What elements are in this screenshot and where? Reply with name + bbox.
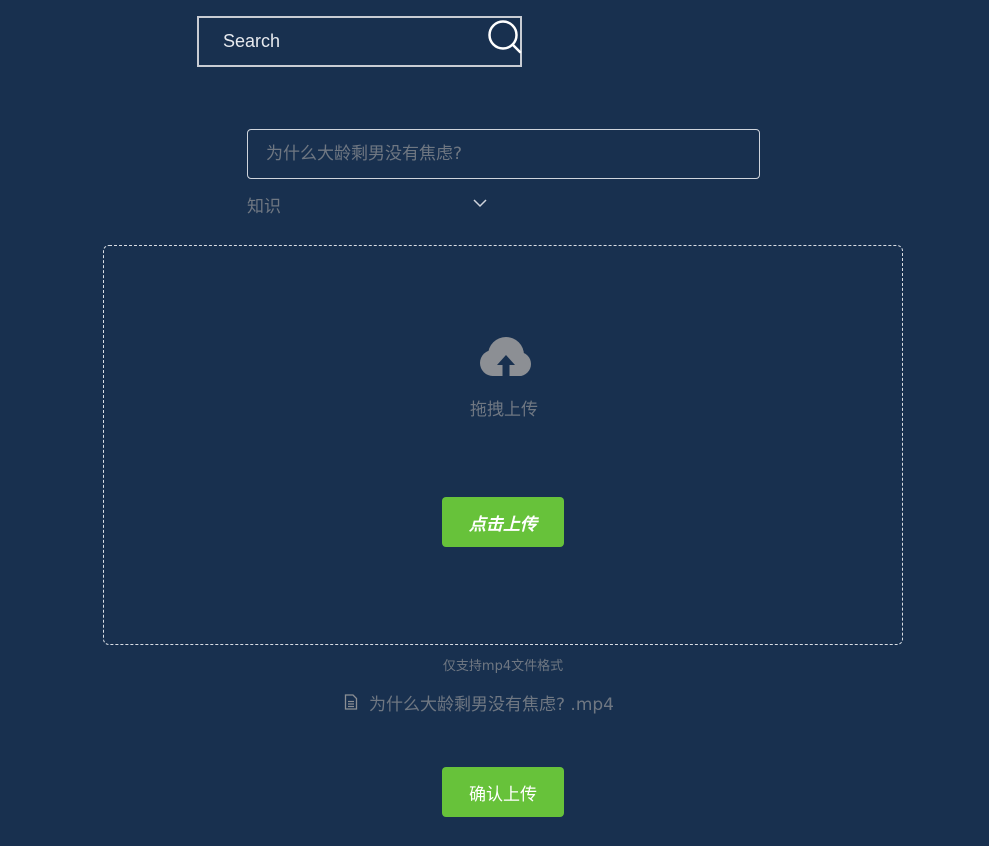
document-icon — [344, 694, 358, 710]
search-icon[interactable] — [488, 20, 522, 54]
video-title-input[interactable] — [247, 129, 760, 179]
file-name: 为什么大龄剩男没有焦虑? .mp4 — [369, 694, 614, 715]
search-box — [197, 16, 522, 67]
format-hint: 仅支持mp4文件格式 — [442, 659, 564, 674]
search-input[interactable] — [223, 18, 473, 65]
confirm-upload-button[interactable]: 确认上传 — [442, 767, 564, 817]
upload-dropzone[interactable]: 拖拽上传 点击上传 — [103, 245, 903, 645]
category-selected-value: 知识 — [247, 197, 281, 217]
uploaded-file-item[interactable]: 为什么大龄剩男没有焦虑? .mp4 — [344, 690, 614, 715]
drag-upload-text: 拖拽上传 — [470, 400, 538, 420]
cloud-upload-icon — [480, 337, 531, 379]
category-select[interactable]: 知识 — [247, 189, 489, 219]
chevron-down-icon — [473, 199, 487, 208]
click-upload-button[interactable]: 点击上传 — [442, 497, 564, 547]
